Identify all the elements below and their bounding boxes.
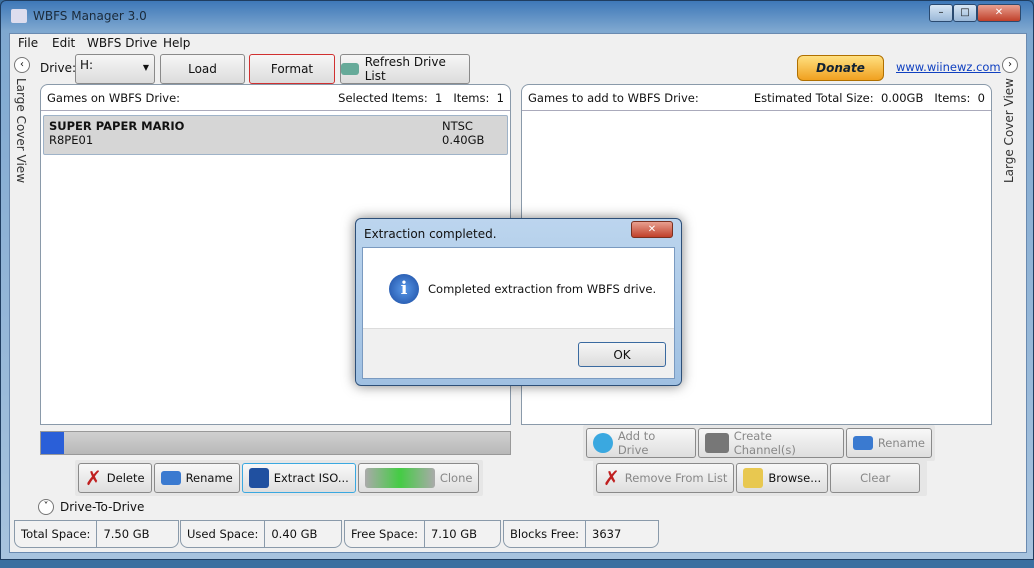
estimated-size-label: Estimated Total Size: [753, 90, 874, 105]
game-size: 0.40GB [442, 133, 485, 147]
collapse-left-icon[interactable]: ‹ [14, 57, 30, 73]
extract-label: Extract ISO... [273, 471, 349, 485]
status-value: 7.10 GB [430, 527, 478, 541]
menu-file[interactable]: File [18, 36, 38, 50]
ok-button[interactable]: OK [578, 342, 666, 367]
channel-label: Create Channel(s) [733, 429, 796, 457]
create-channel-button[interactable]: Create Channel(s) [697, 428, 844, 458]
panel-title: Games on WBFS Drive: [47, 90, 181, 105]
items-label: Items: [934, 90, 971, 105]
browse-button[interactable]: Browse... [736, 463, 829, 493]
game-id: R8PE01 [49, 133, 94, 147]
panel-title: Games to add to WBFS Drive: [528, 90, 699, 105]
wii-icon [704, 433, 729, 453]
rename-icon [852, 436, 873, 450]
menu-wbfs-drive[interactable]: WBFS Drive [87, 36, 157, 50]
add-label: Add to Drive [617, 429, 656, 457]
menu-edit[interactable]: Edit [52, 36, 75, 50]
website-link[interactable]: www.wiinewz.com [896, 60, 1001, 74]
clone-button[interactable]: Clone [357, 463, 480, 493]
remove-label: Remove From List [624, 471, 728, 485]
items-count: 0 [977, 90, 985, 105]
extract-icon [248, 468, 269, 488]
x-icon: ✗ [603, 466, 620, 490]
rename-label: Rename [185, 471, 233, 485]
expand-right-icon[interactable]: › [1002, 57, 1018, 73]
delete-button[interactable]: ✗ Delete [78, 463, 152, 493]
add-to-drive-button[interactable]: Add to Drive [586, 428, 696, 458]
status-total-space: Total Space: 7.50 GB [14, 520, 179, 548]
game-region: NTSC [442, 119, 473, 133]
dialog-message: Completed extraction from WBFS drive. [428, 282, 657, 296]
drive-select[interactable]: H: ▼ [75, 54, 155, 84]
menu-help[interactable]: Help [163, 36, 190, 50]
extract-iso-button[interactable]: Extract ISO... [241, 463, 356, 493]
browse-folder-icon [743, 468, 764, 488]
add-disc-icon [593, 433, 613, 453]
dialog-body: i Completed extraction from WBFS drive. … [362, 247, 675, 379]
status-value: 3637 [592, 527, 622, 541]
rename-right-button[interactable]: Rename [845, 428, 932, 458]
left-toolbar: ✗ Delete Rename Extract ISO... Clone [75, 460, 483, 496]
info-icon: i [389, 274, 419, 304]
drive-refresh-icon [341, 63, 359, 75]
clone-drives-icon [364, 468, 435, 488]
load-button[interactable]: Load [160, 54, 245, 84]
status-used-space: Used Space: 0.40 GB [180, 520, 342, 548]
right-toolbar-top: Add to Drive Create Channel(s) Rename [583, 425, 935, 461]
dialog-footer: OK [363, 328, 674, 378]
expand-down-icon[interactable]: ˅ [38, 499, 54, 515]
extraction-dialog: Extraction completed. ✕ i Completed extr… [355, 218, 682, 386]
progress-bar [40, 431, 511, 455]
progress-fill [41, 432, 65, 454]
clear-button[interactable]: Clear [830, 463, 921, 493]
format-button[interactable]: Format [249, 54, 335, 84]
clear-label: Clear [860, 471, 891, 485]
status-label: Free Space: [345, 521, 425, 547]
estimated-size: 0.00GB [880, 90, 924, 105]
game-row[interactable]: SUPER PAPER MARIO R8PE01 NTSC 0.40GB [43, 115, 508, 155]
items-label: Items: [453, 90, 490, 105]
selected-label: Selected Items: [338, 90, 428, 105]
status-label: Blocks Free: [504, 521, 587, 547]
drive-label: Drive: [40, 61, 77, 75]
status-label: Used Space: [181, 521, 266, 547]
rename-label: Rename [877, 436, 925, 450]
large-cover-view-right[interactable]: Large Cover View [1002, 78, 1016, 183]
remove-from-list-button[interactable]: ✗ Remove From List [596, 463, 735, 493]
rename-button[interactable]: Rename [153, 463, 240, 493]
status-label: Total Space: [15, 521, 98, 547]
refresh-label: Refresh Drive List [364, 55, 446, 83]
refresh-drive-list-button[interactable]: Refresh Drive List [340, 54, 470, 84]
browse-label: Browse... [768, 471, 822, 485]
drive-to-drive-toggle[interactable]: Drive-To-Drive [60, 500, 144, 514]
right-toolbar-bottom: ✗ Remove From List Browse... Clear [593, 460, 927, 496]
maximize-button[interactable]: □ [953, 4, 977, 22]
status-blocks-free: Blocks Free: 3637 [503, 520, 659, 548]
close-button[interactable]: ✕ [977, 4, 1021, 22]
rename-icon [160, 471, 181, 485]
status-value: 0.40 GB [271, 527, 318, 541]
minimize-button[interactable]: – [929, 4, 953, 22]
selected-count: 1 [435, 90, 443, 105]
window-title: WBFS Manager 3.0 [33, 9, 147, 23]
items-count: 1 [496, 90, 504, 105]
dialog-title: Extraction completed. [364, 227, 497, 241]
app-icon [11, 9, 27, 23]
delete-label: Delete [106, 471, 145, 485]
chevron-down-icon: ▼ [142, 63, 149, 72]
drive-value: H: [80, 58, 94, 72]
status-value: 7.50 GB [103, 527, 150, 541]
x-icon: ✗ [85, 466, 102, 490]
donate-button[interactable]: Donate [797, 55, 884, 81]
clone-label: Clone [439, 471, 473, 485]
large-cover-view-left[interactable]: Large Cover View [14, 78, 28, 183]
game-name: SUPER PAPER MARIO [49, 119, 185, 133]
dialog-close-button[interactable]: ✕ [631, 221, 673, 238]
status-free-space: Free Space: 7.10 GB [344, 520, 501, 548]
